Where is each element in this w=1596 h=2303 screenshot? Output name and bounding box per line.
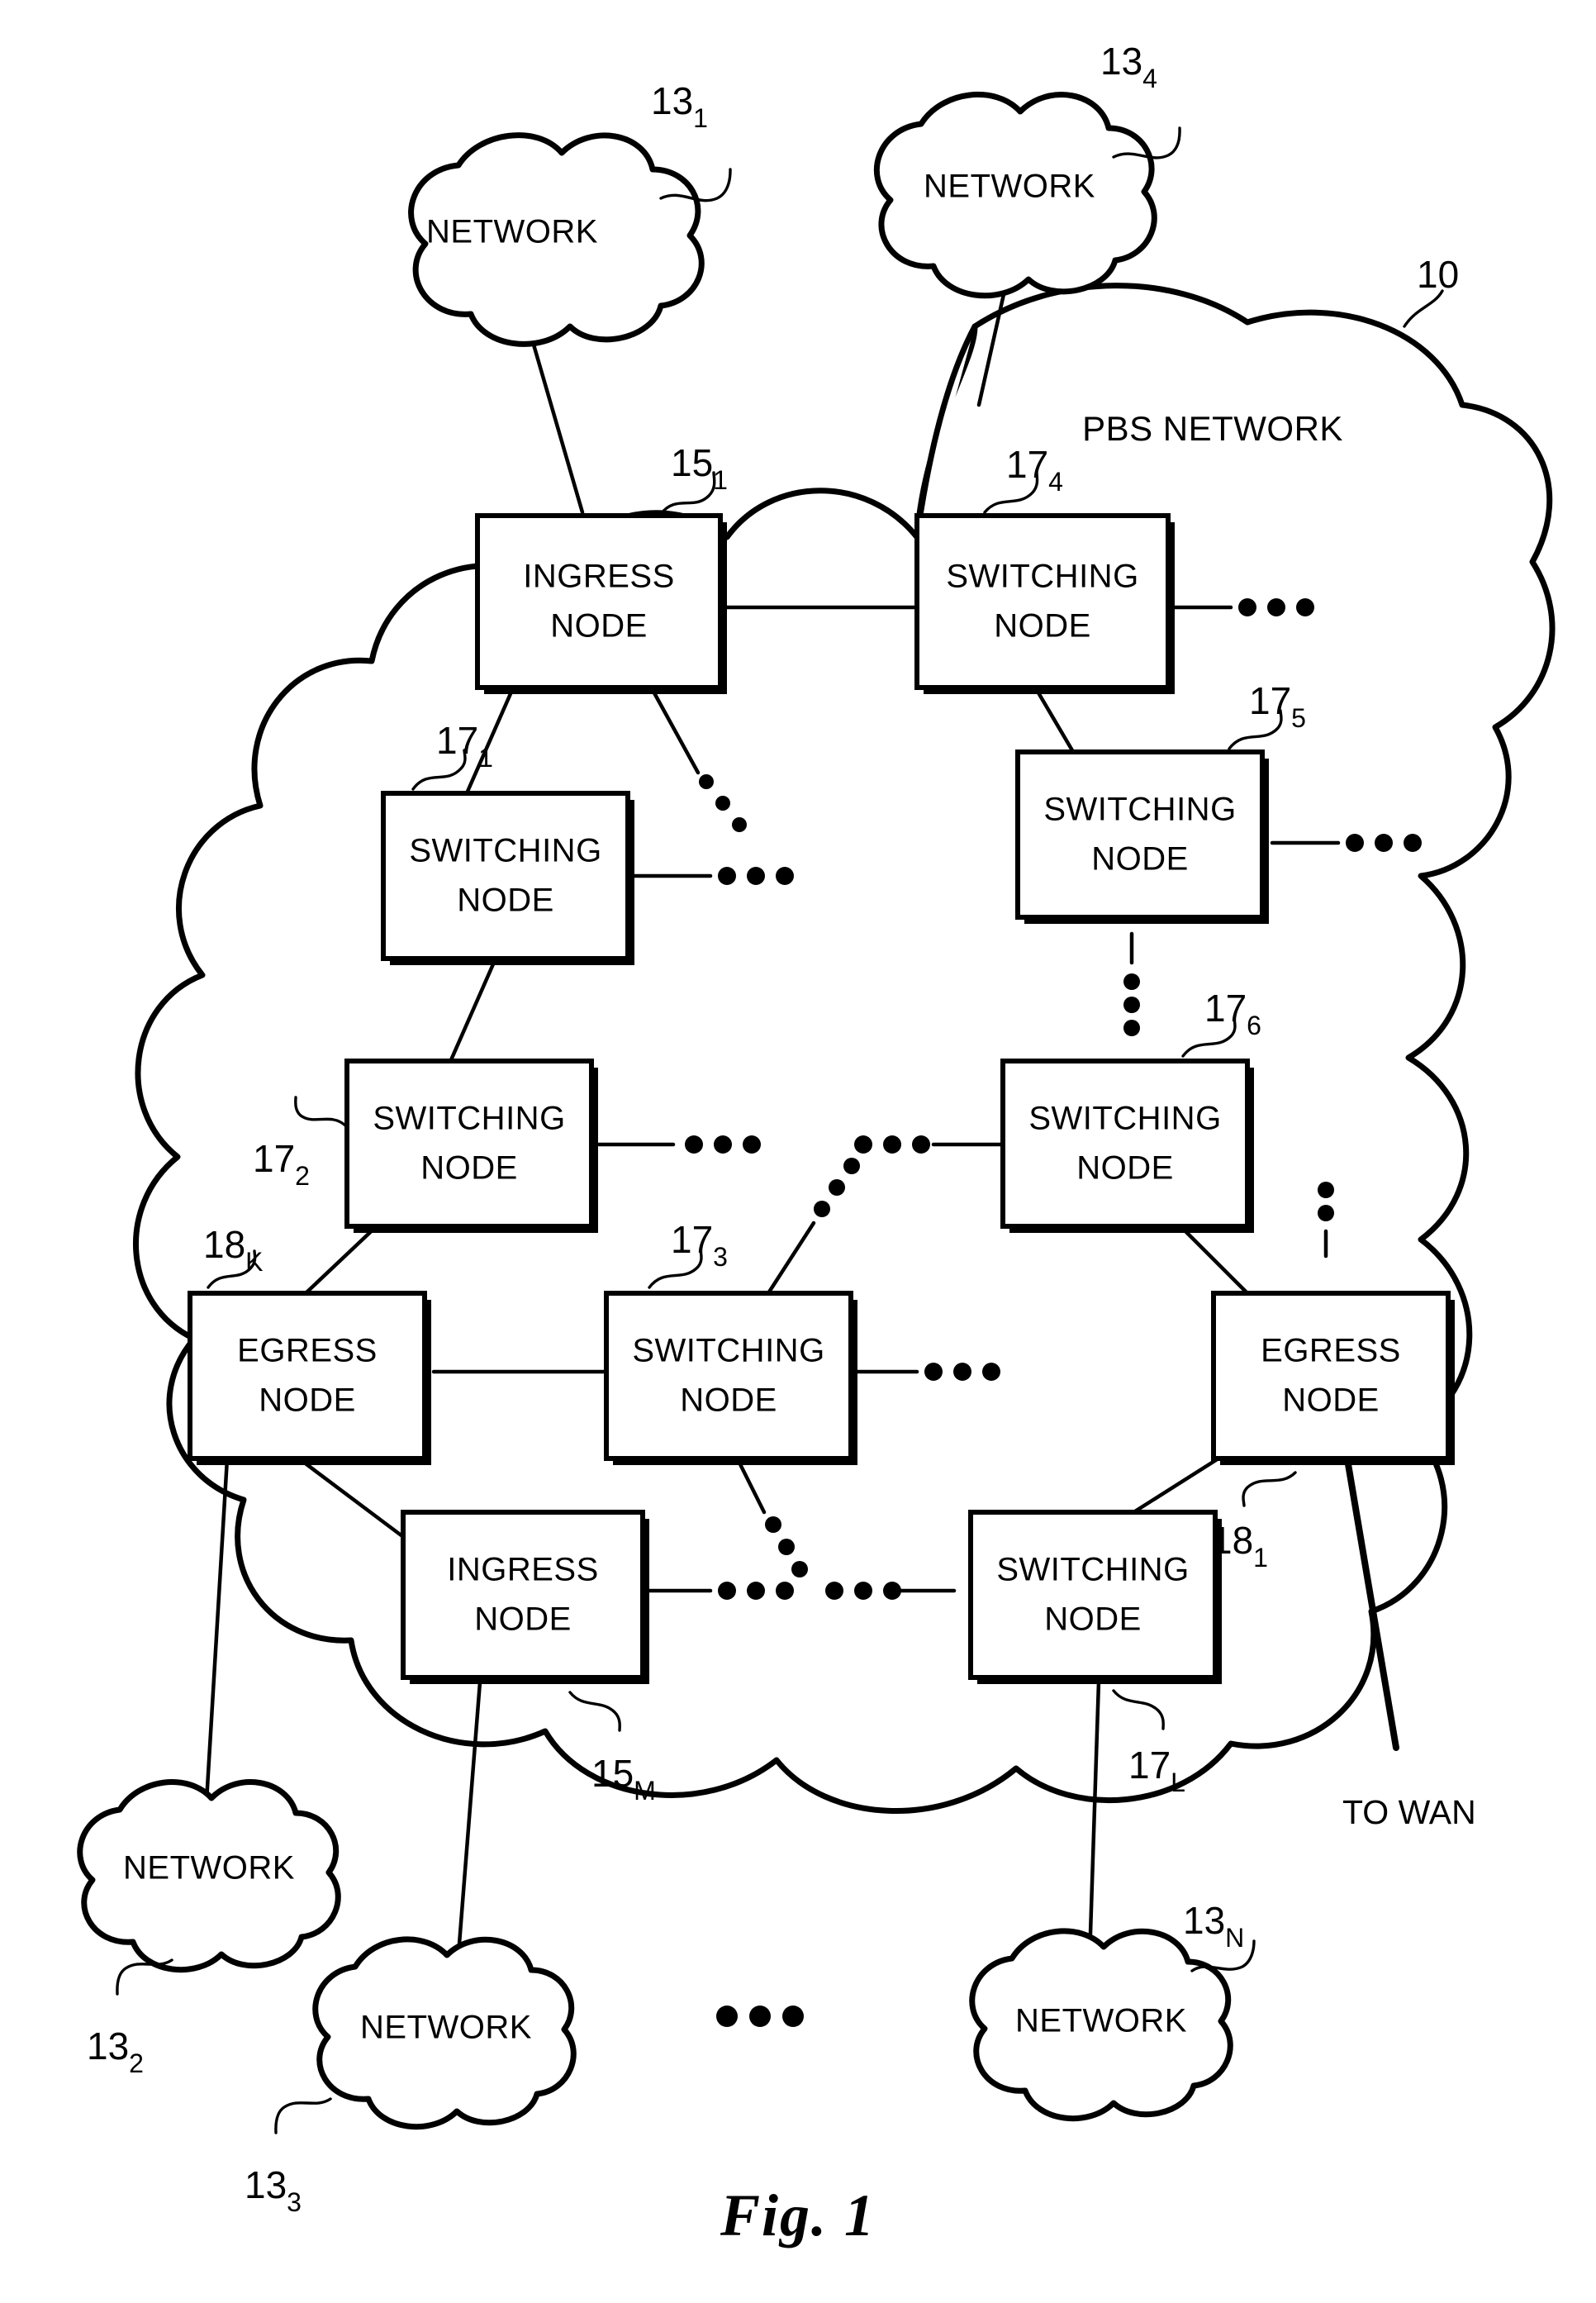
node-egress-k: EGRESS NODE (188, 1291, 431, 1465)
node-switching-4-line1: SWITCHING (946, 559, 1138, 595)
node-switching-2: SWITCHING NODE (344, 1059, 598, 1233)
ellipsis-switchingl-west (825, 1582, 901, 1600)
to-wan-label: TO WAN (1342, 1793, 1476, 1831)
figure-caption: Fig. 1 (720, 2182, 876, 2248)
node-ingress-m-line1: INGRESS (447, 1552, 599, 1588)
node-switching-4-line2: NODE (994, 608, 1091, 645)
ellipsis-switching6-west (854, 1135, 930, 1154)
node-ingress-1: INGRESS NODE (475, 513, 727, 694)
ellipsis-switching5-south (1123, 973, 1140, 1036)
ellipsis-bottom-clouds (716, 2006, 804, 2027)
ref-10: 10 (1417, 253, 1459, 296)
node-ingress-1-line1: INGRESS (523, 559, 675, 595)
patent-figure-page: NETWORK 131 NETWORK 134 NETWORK 132 NETW… (0, 0, 1596, 2303)
node-switching-3: SWITCHING NODE (604, 1291, 857, 1465)
ellipsis-switching3-east (924, 1363, 1000, 1381)
node-switching-1-line1: SWITCHING (409, 833, 601, 869)
node-switching-4: SWITCHING NODE (914, 513, 1175, 694)
node-switching-1-line2: NODE (457, 883, 554, 919)
node-egress-k-line2: NODE (259, 1382, 356, 1419)
cloud-network-4-label: NETWORK (924, 169, 1095, 205)
ref-13-n: 13N (1183, 1899, 1244, 1953)
node-switching-l-line1: SWITCHING (996, 1552, 1189, 1588)
leader-network-3 (274, 2097, 332, 2134)
node-egress-1: EGRESS NODE (1211, 1291, 1455, 1465)
cloud-network-n: NETWORK (969, 1928, 1233, 2122)
ellipsis-switching2-east (685, 1135, 761, 1154)
ref-13-2: 132 (87, 2025, 144, 2078)
cloud-network-2: NETWORK (77, 1779, 341, 1973)
node-egress-1-line1: EGRESS (1261, 1333, 1401, 1369)
node-switching-5-line1: SWITCHING (1043, 792, 1236, 828)
leader-pbs-10 (1403, 289, 1444, 328)
ref-13-1: 131 (651, 79, 708, 133)
node-switching-6-line1: SWITCHING (1028, 1101, 1221, 1137)
node-switching-1: SWITCHING NODE (381, 791, 634, 965)
node-switching-6-line2: NODE (1076, 1150, 1174, 1187)
cloud-network-4: NETWORK (874, 92, 1157, 299)
cloud-network-n-label: NETWORK (1015, 2003, 1187, 2039)
node-ingress-1-line2: NODE (550, 608, 648, 645)
network-diagram-svg: NETWORK 131 NETWORK 134 NETWORK 132 NETW… (77, 40, 1556, 2217)
pbs-network-cloud (132, 283, 1556, 1814)
ellipsis-switching1-east (718, 867, 794, 885)
ellipsis-switching4-east (1238, 598, 1314, 616)
node-switching-3-line1: SWITCHING (632, 1333, 824, 1369)
node-egress-k-line1: EGRESS (237, 1333, 378, 1369)
cloud-network-2-label: NETWORK (123, 1850, 295, 1887)
pbs-network-label: PBS NETWORK (1082, 409, 1343, 448)
link-egressk-network2 (204, 1456, 230, 1804)
cloud-network-3-label: NETWORK (360, 2010, 532, 2046)
node-switching-2-line1: SWITCHING (373, 1101, 565, 1137)
ref-13-4: 134 (1100, 40, 1157, 93)
leader-network-n (1190, 1939, 1256, 1972)
ellipsis-switching5-east (1346, 834, 1422, 852)
node-switching-5: SWITCHING NODE (1015, 749, 1269, 924)
node-ingress-m: INGRESS NODE (401, 1510, 649, 1684)
cloud-network-3: NETWORK (312, 1936, 577, 2130)
node-switching-6: SWITCHING NODE (1000, 1059, 1254, 1233)
node-ingress-m-line2: NODE (474, 1601, 572, 1638)
node-egress-1-line2: NODE (1282, 1382, 1380, 1419)
node-switching-l-line2: NODE (1044, 1601, 1142, 1638)
cloud-network-1-label: NETWORK (426, 214, 598, 250)
node-switching-l: SWITCHING NODE (968, 1510, 1222, 1684)
cloud-network-1: NETWORK (408, 132, 705, 347)
ellipsis-ingressm-east (718, 1582, 794, 1600)
node-switching-5-line2: NODE (1091, 841, 1189, 878)
ref-15-1: 151 (671, 441, 728, 495)
node-switching-3-line2: NODE (680, 1382, 777, 1419)
node-switching-2-line2: NODE (420, 1150, 518, 1187)
